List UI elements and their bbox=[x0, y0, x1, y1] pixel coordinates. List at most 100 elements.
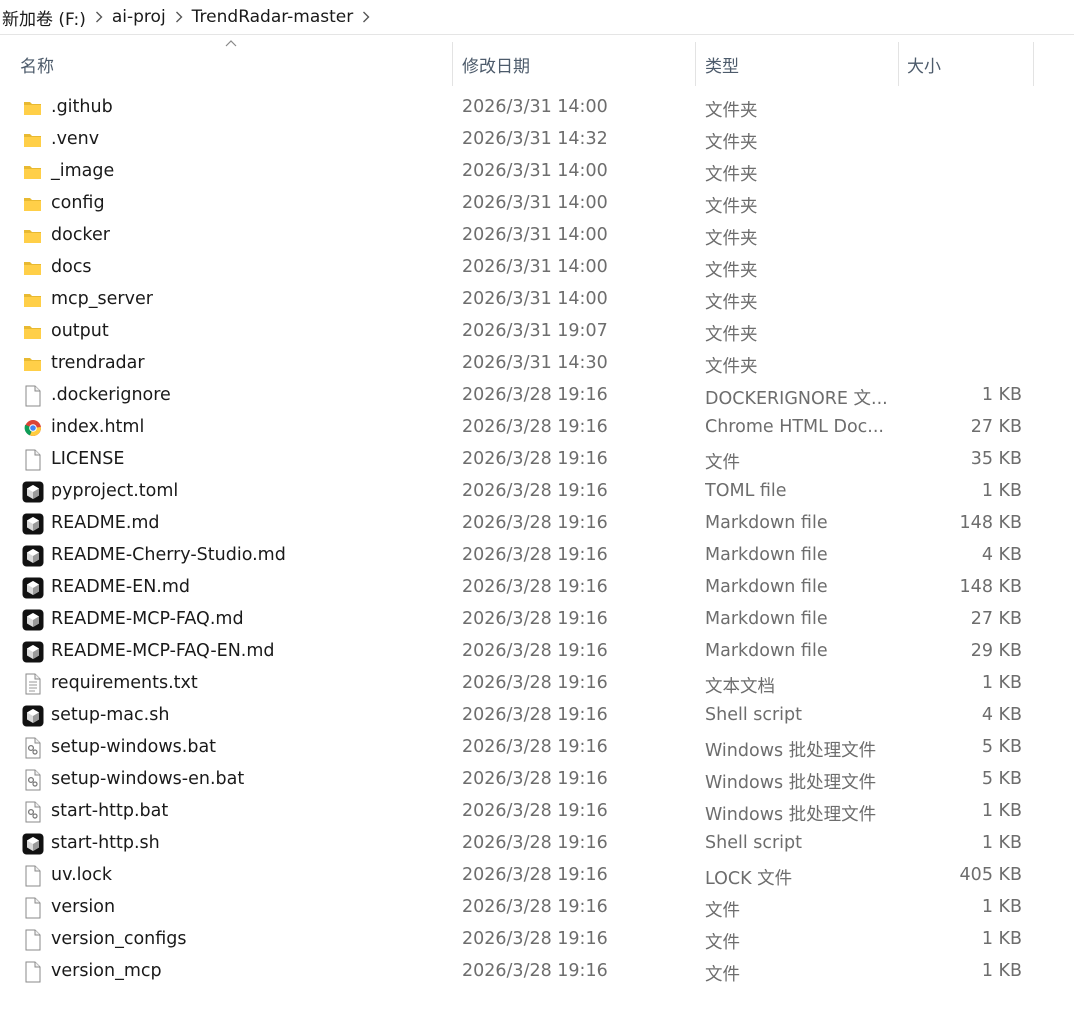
breadcrumb-item-drive[interactable]: 新加卷 (F:) bbox=[0, 5, 88, 30]
breadcrumb-item-current-folder[interactable]: TrendRadar-master bbox=[190, 7, 356, 27]
file-type: 文件夹 bbox=[705, 261, 758, 281]
file-type: DOCKERIGNORE 文... bbox=[705, 389, 888, 409]
modified-date: 2026/3/28 19:16 bbox=[462, 545, 608, 565]
breadcrumb-item-ai-proj[interactable]: ai-proj bbox=[110, 7, 168, 27]
file-row[interactable]: README-MCP-FAQ-EN.md 2026/3/28 19:16 Markd… bbox=[0, 636, 1074, 668]
file-type: Markdown file bbox=[705, 513, 828, 533]
file-type: 文件夹 bbox=[705, 293, 758, 313]
file-row[interactable]: version_configs 2026/3/28 19:16 文件 1 KB bbox=[0, 924, 1074, 956]
sort-ascending-icon bbox=[225, 40, 237, 47]
modified-date: 2026/3/28 19:16 bbox=[462, 577, 608, 597]
file-size: 1 KB bbox=[981, 897, 1022, 917]
file-row[interactable]: .dockerignore 2026/3/28 19:16 DOCKERIGNORE… bbox=[0, 380, 1074, 412]
blank-file-icon bbox=[21, 896, 45, 920]
editor-app-icon bbox=[21, 832, 45, 856]
folder-icon bbox=[21, 192, 45, 216]
file-row[interactable]: uv.lock 2026/3/28 19:16 LOCK 文件 405 KB bbox=[0, 860, 1074, 892]
column-divider[interactable] bbox=[1033, 42, 1034, 86]
file-row[interactable]: README-Cherry-Studio.md 2026/3/28 19:16 Ma… bbox=[0, 540, 1074, 572]
file-size: 27 KB bbox=[970, 417, 1022, 437]
file-type: 文件夹 bbox=[705, 101, 758, 121]
chevron-right-icon[interactable] bbox=[168, 11, 190, 23]
file-size: 148 KB bbox=[959, 513, 1022, 533]
chevron-right-icon[interactable] bbox=[88, 11, 110, 23]
modified-date: 2026/3/28 19:16 bbox=[462, 609, 608, 629]
file-name: setup-windows.bat bbox=[51, 737, 217, 757]
file-row[interactable]: setup-windows.bat 2026/3/28 19:16 Windows … bbox=[0, 732, 1074, 764]
file-name: trendradar bbox=[51, 353, 145, 373]
file-size: 1 KB bbox=[981, 673, 1022, 693]
modified-date: 2026/3/31 19:07 bbox=[462, 321, 608, 341]
file-row[interactable]: README-MCP-FAQ.md 2026/3/28 19:16 Markdown… bbox=[0, 604, 1074, 636]
folder-icon bbox=[21, 288, 45, 312]
folder-row[interactable]: docker 2026/3/31 14:00 文件夹 bbox=[0, 220, 1074, 252]
file-size: 405 KB bbox=[959, 865, 1022, 885]
file-row[interactable]: start-http.sh 2026/3/28 19:16 Shell script… bbox=[0, 828, 1074, 860]
modified-date: 2026/3/28 19:16 bbox=[462, 737, 608, 757]
chevron-right-icon[interactable] bbox=[355, 11, 377, 23]
folder-row[interactable]: _image 2026/3/31 14:00 文件夹 bbox=[0, 156, 1074, 188]
folder-row[interactable]: output 2026/3/31 19:07 文件夹 bbox=[0, 316, 1074, 348]
column-header-date[interactable]: 修改日期 bbox=[462, 52, 530, 77]
modified-date: 2026/3/28 19:16 bbox=[462, 513, 608, 533]
column-header-size[interactable]: 大小 bbox=[907, 52, 941, 77]
file-type: Chrome HTML Doc... bbox=[705, 417, 884, 437]
file-row[interactable]: requirements.txt 2026/3/28 19:16 文本文档 1 KB bbox=[0, 668, 1074, 700]
file-name: .github bbox=[51, 97, 113, 117]
file-type: Windows 批处理文件 bbox=[705, 805, 877, 825]
batch-file-icon bbox=[21, 736, 45, 760]
file-name: .venv bbox=[51, 129, 100, 149]
file-type: TOML file bbox=[705, 481, 787, 501]
folder-row[interactable]: .venv 2026/3/31 14:32 文件夹 bbox=[0, 124, 1074, 156]
modified-date: 2026/3/31 14:00 bbox=[462, 289, 608, 309]
file-row[interactable]: version_mcp 2026/3/28 19:16 文件 1 KB bbox=[0, 956, 1074, 988]
file-row[interactable]: LICENSE 2026/3/28 19:16 文件 35 KB bbox=[0, 444, 1074, 476]
folder-row[interactable]: trendradar 2026/3/31 14:30 文件夹 bbox=[0, 348, 1074, 380]
file-row[interactable]: README.md 2026/3/28 19:16 Markdown file 148… bbox=[0, 508, 1074, 540]
file-name: start-http.bat bbox=[51, 801, 169, 821]
folder-icon bbox=[21, 128, 45, 152]
file-size: 1 KB bbox=[981, 833, 1022, 853]
file-type: LOCK 文件 bbox=[705, 869, 793, 889]
file-size: 1 KB bbox=[981, 929, 1022, 949]
folder-icon bbox=[21, 320, 45, 344]
column-header-type[interactable]: 类型 bbox=[705, 52, 739, 77]
column-divider[interactable] bbox=[898, 42, 899, 86]
file-row[interactable]: README-EN.md 2026/3/28 19:16 Markdown file… bbox=[0, 572, 1074, 604]
file-type: Windows 批处理文件 bbox=[705, 773, 877, 793]
file-row[interactable]: setup-mac.sh 2026/3/28 19:16 Shell script 4… bbox=[0, 700, 1074, 732]
column-divider[interactable] bbox=[695, 42, 696, 86]
modified-date: 2026/3/28 19:16 bbox=[462, 481, 608, 501]
file-row[interactable]: start-http.bat 2026/3/28 19:16 Windows 批处理… bbox=[0, 796, 1074, 828]
file-name: version bbox=[51, 897, 116, 917]
column-header-name[interactable]: 名称 bbox=[20, 52, 54, 77]
file-row[interactable]: index.html 2026/3/28 19:16 Chrome HTML Doc… bbox=[0, 412, 1074, 444]
file-name: pyproject.toml bbox=[51, 481, 179, 501]
file-row[interactable]: pyproject.toml 2026/3/28 19:16 TOML file 1 … bbox=[0, 476, 1074, 508]
file-size: 29 KB bbox=[970, 641, 1022, 661]
file-name: setup-mac.sh bbox=[51, 705, 170, 725]
file-name: version_mcp bbox=[51, 961, 162, 981]
modified-date: 2026/3/28 19:16 bbox=[462, 705, 608, 725]
modified-date: 2026/3/31 14:32 bbox=[462, 129, 608, 149]
file-type: 文件 bbox=[705, 901, 740, 921]
file-type: Shell script bbox=[705, 705, 803, 725]
modified-date: 2026/3/31 14:00 bbox=[462, 161, 608, 181]
blank-file-icon bbox=[21, 384, 45, 408]
file-row[interactable]: version 2026/3/28 19:16 文件 1 KB bbox=[0, 892, 1074, 924]
file-name: uv.lock bbox=[51, 865, 112, 885]
folder-row[interactable]: config 2026/3/31 14:00 文件夹 bbox=[0, 188, 1074, 220]
file-row[interactable]: setup-windows-en.bat 2026/3/28 19:16 Windo… bbox=[0, 764, 1074, 796]
folder-icon bbox=[21, 160, 45, 184]
column-header-bar: 名称 修改日期 类型 大小 bbox=[0, 36, 1074, 92]
file-name: README-MCP-FAQ-EN.md bbox=[51, 641, 275, 661]
folder-icon bbox=[21, 224, 45, 248]
file-type: 文件 bbox=[705, 933, 740, 953]
folder-row[interactable]: docs 2026/3/31 14:00 文件夹 bbox=[0, 252, 1074, 284]
editor-app-icon bbox=[21, 512, 45, 536]
folder-row[interactable]: .github 2026/3/31 14:00 文件夹 bbox=[0, 92, 1074, 124]
file-name: output bbox=[51, 321, 109, 341]
folder-row[interactable]: mcp_server 2026/3/31 14:00 文件夹 bbox=[0, 284, 1074, 316]
file-type: Shell script bbox=[705, 833, 803, 853]
column-divider[interactable] bbox=[452, 42, 453, 86]
